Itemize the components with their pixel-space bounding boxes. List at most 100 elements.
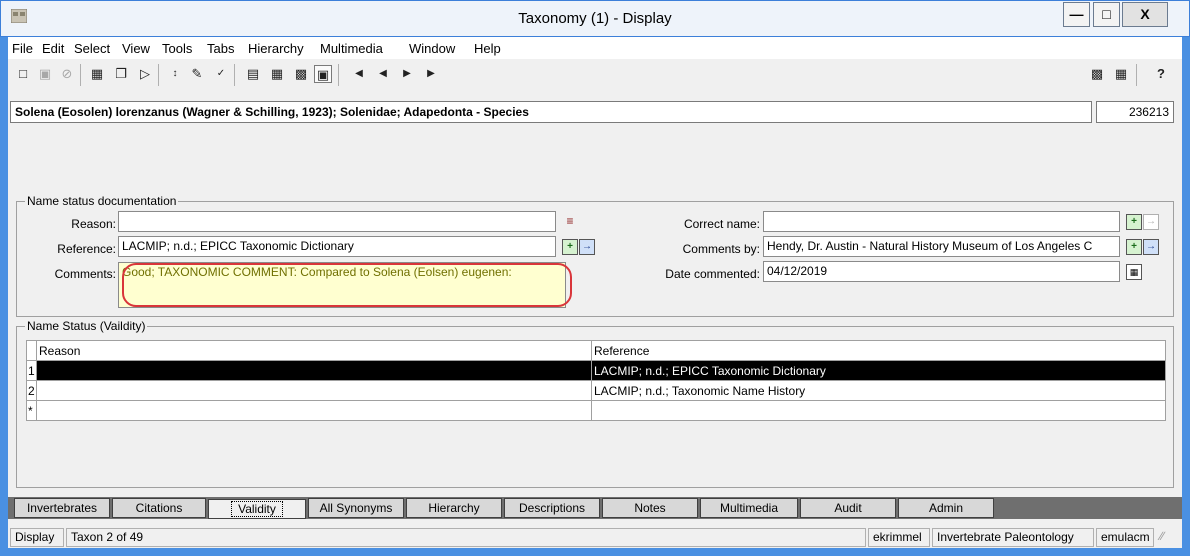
menu-tools[interactable]: Tools xyxy=(162,41,192,56)
menu-window[interactable]: Window xyxy=(409,41,455,56)
tab-invertebrates[interactable]: Invertebrates xyxy=(14,498,110,518)
column-header-reason[interactable]: Reason xyxy=(36,340,592,361)
comments-by-add-icon[interactable]: + xyxy=(1126,239,1142,255)
record-id: 236213 xyxy=(1096,101,1174,123)
tab-hierarchy[interactable]: Hierarchy xyxy=(406,498,502,518)
toolbar-separator xyxy=(234,64,235,86)
menu-select[interactable]: Select xyxy=(74,41,110,56)
reference-cell[interactable] xyxy=(591,400,1166,421)
toolbar-separator xyxy=(158,64,159,86)
calendar-icon[interactable]: ▦ xyxy=(1126,264,1142,280)
record-bar: Solena (Eosolen) lorenzanus (Wagner & Sc… xyxy=(8,101,1182,125)
group-legend: Name status documentation xyxy=(25,194,179,208)
menu-hierarchy[interactable]: Hierarchy xyxy=(248,41,304,56)
delete-record-icon[interactable]: ▷ xyxy=(136,65,154,83)
toolbar: □ ▣ ⊘ ▦ ❐ ▷ ↕ ✎ ✓ ▤ ▦ ▩ ▣ ◀ ◀ ▶ ▶ ▩ ▦ ? xyxy=(8,61,1182,91)
date-commented-label: Date commented: xyxy=(665,267,760,281)
status-user: ekrimmel xyxy=(868,528,930,547)
row-number[interactable]: 2 xyxy=(26,380,37,401)
reason-cell[interactable] xyxy=(36,400,592,421)
table-row[interactable]: 1 LACMIP; n.d.; EPICC Taxonomic Dictiona… xyxy=(26,360,1166,381)
status-host: emulacm xyxy=(1096,528,1154,547)
tab-validity[interactable]: Validity xyxy=(208,499,306,519)
reason-cell[interactable] xyxy=(36,360,592,381)
sort-icon[interactable]: ↕ xyxy=(166,65,184,83)
reference-field[interactable]: LACMIP; n.d.; EPICC Taxonomic Dictionary xyxy=(118,236,556,257)
maximize-button[interactable]: □ xyxy=(1093,2,1120,27)
first-record-icon[interactable]: ◀ xyxy=(350,65,368,83)
row-number[interactable]: 1 xyxy=(26,360,37,381)
comments-by-field[interactable]: Hendy, Dr. Austin - Natural History Muse… xyxy=(763,236,1120,257)
group-legend: Name Status (Vaildity) xyxy=(25,319,148,333)
status-bar: Display Taxon 2 of 49 ekrimmel Invertebr… xyxy=(8,526,1182,548)
new-icon[interactable]: □ xyxy=(14,65,32,83)
spellcheck-icon[interactable]: ✓ xyxy=(212,65,230,83)
table-row[interactable]: 2 LACMIP; n.d.; Taxonomic Name History xyxy=(26,380,1166,401)
toolbar-separator xyxy=(338,64,339,86)
next-record-icon[interactable]: ▶ xyxy=(398,65,416,83)
status-department: Invertebrate Paleontology xyxy=(932,528,1094,547)
tab-multimedia[interactable]: Multimedia xyxy=(700,498,798,518)
reason-cell[interactable] xyxy=(36,380,592,401)
client-area: File Edit Select View Tools Tabs Hierarc… xyxy=(8,37,1182,548)
title-bar: Taxonomy (1) - Display ― □ X xyxy=(0,0,1190,37)
toolbar-separator xyxy=(80,64,81,86)
attach-icon[interactable]: ▩ xyxy=(1088,65,1106,83)
list-view-icon[interactable]: ▦ xyxy=(268,65,286,83)
new-record-icon[interactable]: ▦ xyxy=(88,65,106,83)
status-position: Taxon 2 of 49 xyxy=(66,528,866,547)
resize-grip-icon[interactable]: ∕∕ xyxy=(1156,528,1178,547)
comments-by-label: Comments by: xyxy=(682,242,760,256)
correct-name-goto-icon: → xyxy=(1143,214,1159,230)
window-title: Taxonomy (1) - Display xyxy=(518,10,672,27)
record-summary: Solena (Eosolen) lorenzanus (Wagner & Sc… xyxy=(10,101,1092,123)
correct-name-add-icon[interactable]: + xyxy=(1126,214,1142,230)
tab-notes[interactable]: Notes xyxy=(602,498,698,518)
minimize-button[interactable]: ― xyxy=(1063,2,1090,27)
form-view-icon[interactable]: ▣ xyxy=(314,65,332,83)
reference-add-icon[interactable]: + xyxy=(562,239,578,255)
previous-record-icon[interactable]: ◀ xyxy=(374,65,392,83)
comments-by-goto-icon[interactable]: → xyxy=(1143,239,1159,255)
correct-name-field[interactable] xyxy=(763,211,1120,232)
validity-table: Reason Reference 1 LACMIP; n.d.; EPICC T… xyxy=(26,340,1166,421)
row-header-corner xyxy=(26,340,37,361)
tab-audit[interactable]: Audit xyxy=(800,498,896,518)
cancel-icon[interactable]: ⊘ xyxy=(58,65,76,83)
tab-citations[interactable]: Citations xyxy=(112,498,206,518)
copy-record-icon[interactable]: ❐ xyxy=(112,65,130,83)
menu-edit[interactable]: Edit xyxy=(42,41,64,56)
menu-help[interactable]: Help xyxy=(474,41,501,56)
reference-cell[interactable]: LACMIP; n.d.; EPICC Taxonomic Dictionary xyxy=(591,360,1166,381)
edit-icon[interactable]: ✎ xyxy=(188,65,206,83)
tab-admin[interactable]: Admin xyxy=(898,498,994,518)
date-commented-field[interactable]: 04/12/2019 xyxy=(763,261,1120,282)
row-number[interactable]: * xyxy=(26,400,37,421)
comments-label: Comments: xyxy=(54,267,116,281)
reference-cell[interactable]: LACMIP; n.d.; Taxonomic Name History xyxy=(591,380,1166,401)
correct-name-label: Correct name: xyxy=(683,217,760,231)
toolbar-separator xyxy=(1136,64,1137,86)
column-header-reference[interactable]: Reference xyxy=(591,340,1166,361)
reason-lookup-icon[interactable]: ≡ xyxy=(562,214,578,230)
menu-file[interactable]: File xyxy=(12,41,33,56)
table-row-new[interactable]: * xyxy=(26,400,1166,421)
page-view-icon[interactable]: ▤ xyxy=(244,65,262,83)
reference-goto-icon[interactable]: → xyxy=(579,239,595,255)
menu-multimedia[interactable]: Multimedia xyxy=(320,41,383,56)
menu-tabs[interactable]: Tabs xyxy=(207,41,234,56)
details-view-icon[interactable]: ▩ xyxy=(292,65,310,83)
tab-descriptions[interactable]: Descriptions xyxy=(504,498,600,518)
report-icon[interactable]: ▦ xyxy=(1112,65,1130,83)
close-button[interactable]: X xyxy=(1122,2,1168,27)
app-window: Taxonomy (1) - Display ― □ X File Edit S… xyxy=(0,0,1190,556)
last-record-icon[interactable]: ▶ xyxy=(422,65,440,83)
menu-view[interactable]: View xyxy=(122,41,150,56)
tab-all-synonyms[interactable]: All Synonyms xyxy=(308,498,404,518)
comments-highlight-annotation xyxy=(122,263,572,307)
help-icon[interactable]: ? xyxy=(1152,65,1170,83)
table-header-row: Reason Reference xyxy=(26,340,1166,361)
tab-bar: Invertebrates Citations Validity All Syn… xyxy=(8,497,1182,519)
reason-field[interactable] xyxy=(118,211,556,232)
save-icon[interactable]: ▣ xyxy=(36,65,54,83)
